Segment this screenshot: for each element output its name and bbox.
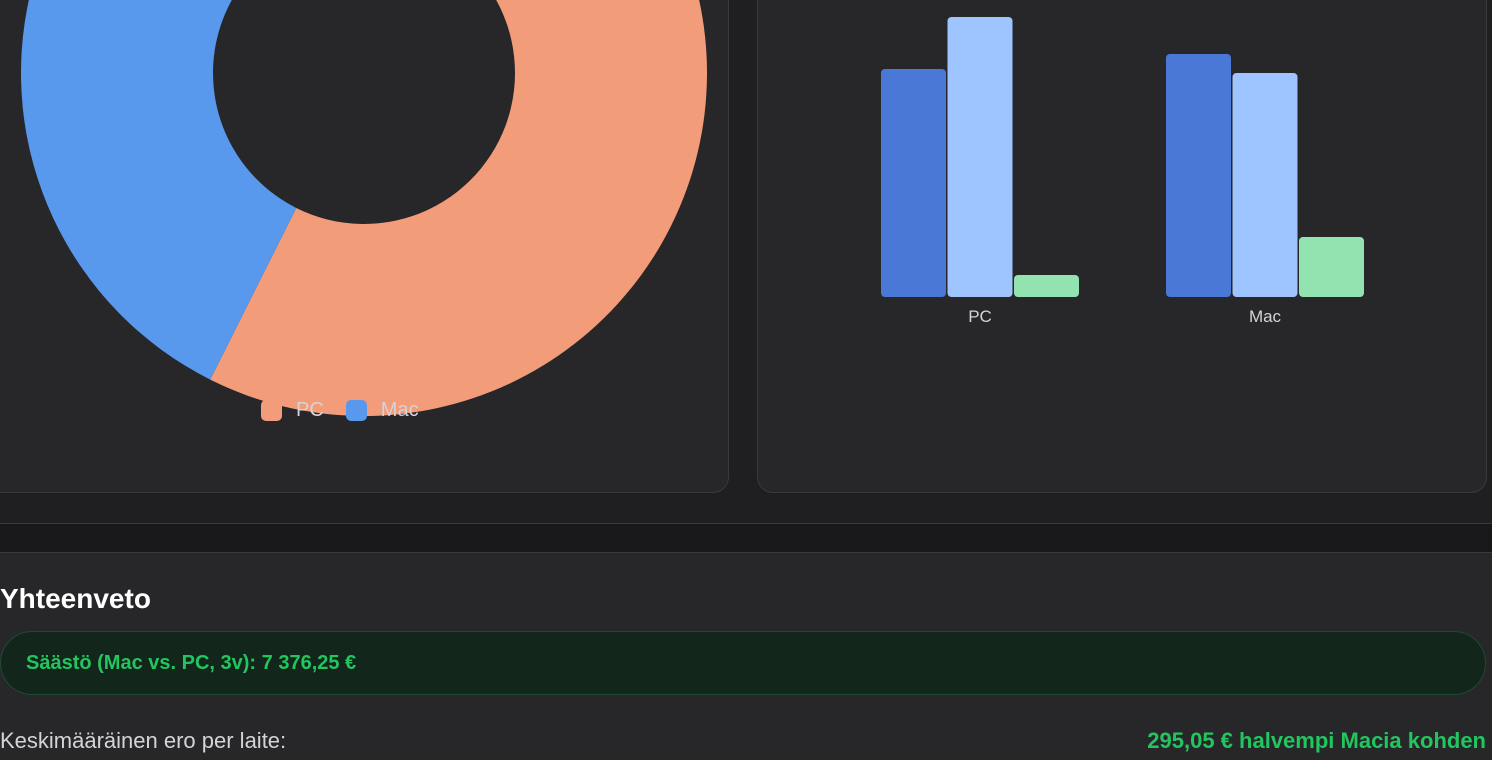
bar-pc-series-1[interactable] xyxy=(881,69,946,297)
x-tick-label-pc: PC xyxy=(968,307,992,326)
legend-label-mac: Mac xyxy=(380,399,419,421)
legend-label-pc: PC xyxy=(296,399,324,421)
legend-swatch-pc xyxy=(261,400,282,421)
bar-mac-series-1[interactable] xyxy=(1166,54,1231,297)
bar-mac-series-3[interactable] xyxy=(1299,237,1364,297)
bar-chart: PC Mac xyxy=(881,17,1364,326)
per-device-difference-value: 295,05 € halvempi Macia kohden xyxy=(1147,728,1486,753)
pie-chart-card: PC Mac xyxy=(0,0,729,493)
pie-legend: PC Mac xyxy=(261,399,431,422)
legend-swatch-mac xyxy=(345,400,367,421)
bar-chart-card: PC Mac xyxy=(757,0,1487,493)
x-tick-label-mac: Mac xyxy=(1249,307,1282,326)
savings-text: Säästö (Mac vs. PC, 3v): 7 376,25 € xyxy=(26,651,357,674)
bar-pc-series-3[interactable] xyxy=(1014,275,1079,297)
charts-section: PC Mac PC Mac xyxy=(0,0,1492,523)
per-device-difference-row: Keskimääräinen ero per laite: 295,05 € h… xyxy=(0,728,1486,754)
summary-title: Yhteenveto xyxy=(0,583,151,614)
bar-pc-series-2[interactable] xyxy=(947,17,1013,297)
legend-item-pc[interactable]: PC xyxy=(261,399,324,422)
summary-section: Yhteenveto Säästö (Mac vs. PC, 3v): 7 37… xyxy=(0,553,1492,760)
section-divider xyxy=(0,523,1492,553)
savings-badge: Säästö (Mac vs. PC, 3v): 7 376,25 € xyxy=(0,631,1486,695)
per-device-difference-label: Keskimääräinen ero per laite: xyxy=(0,728,287,753)
legend-item-mac[interactable]: Mac xyxy=(345,399,419,422)
bar-mac-series-2[interactable] xyxy=(1232,73,1298,297)
